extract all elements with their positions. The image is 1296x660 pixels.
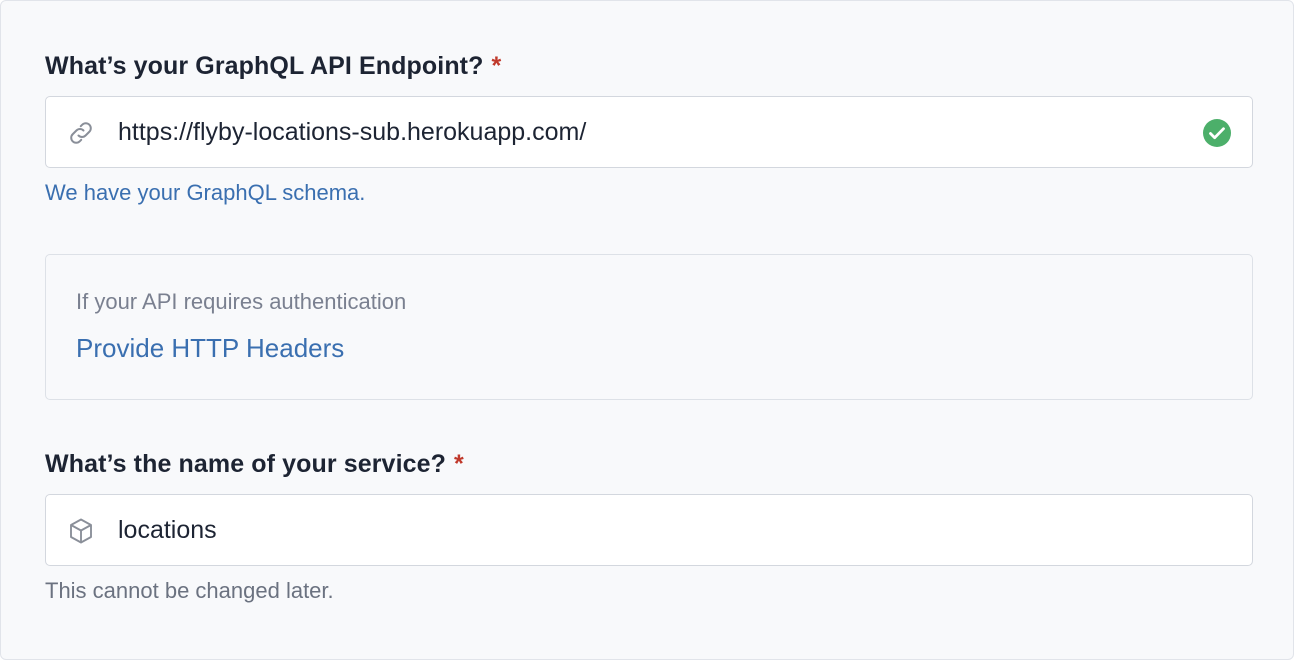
required-marker: * bbox=[491, 52, 502, 80]
service-label: What’s the name of your service? * bbox=[45, 450, 464, 479]
check-circle-icon bbox=[1202, 118, 1232, 148]
auth-box: If your API requires authentication Prov… bbox=[45, 254, 1253, 400]
endpoint-label-text: What’s your GraphQL API Endpoint? bbox=[45, 52, 484, 80]
endpoint-field[interactable] bbox=[45, 96, 1253, 168]
endpoint-input[interactable] bbox=[118, 97, 1178, 167]
schema-status-message: We have your GraphQL schema. bbox=[45, 180, 366, 205]
form-panel: What’s your GraphQL API Endpoint?* We ha… bbox=[0, 0, 1294, 660]
service-label-text: What’s the name of your service? bbox=[45, 450, 446, 478]
required-marker: * bbox=[454, 450, 464, 478]
cube-icon bbox=[66, 516, 96, 546]
service-name-field[interactable] bbox=[45, 494, 1253, 566]
endpoint-label: What’s your GraphQL API Endpoint? * bbox=[45, 52, 501, 81]
provide-http-headers-link[interactable]: Provide HTTP Headers bbox=[76, 333, 344, 364]
link-icon bbox=[66, 118, 96, 148]
service-help-text: This cannot be changed later. bbox=[45, 578, 334, 603]
auth-hint: If your API requires authentication bbox=[76, 289, 407, 314]
service-name-input[interactable] bbox=[118, 495, 1178, 565]
